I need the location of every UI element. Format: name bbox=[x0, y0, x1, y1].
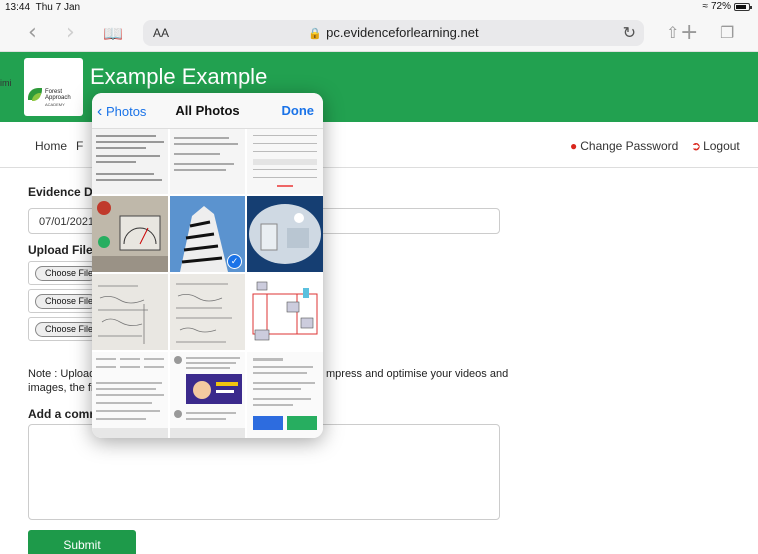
bookmarks-icon[interactable]: 📖 bbox=[103, 24, 123, 43]
photo-thumb-document-1[interactable] bbox=[92, 129, 168, 194]
url-text: 🔒 pc.evidenceforlearning.net bbox=[308, 25, 479, 40]
done-button[interactable]: Done bbox=[282, 103, 315, 118]
comment-textarea[interactable] bbox=[28, 424, 500, 520]
file-input-3: Choose File bbox=[28, 317, 98, 341]
battery-icon bbox=[734, 2, 752, 11]
reload-icon[interactable]: ↻ bbox=[623, 23, 636, 43]
photo-thumb-control-panel[interactable] bbox=[92, 196, 168, 272]
file-input-2: Choose File bbox=[28, 289, 98, 313]
nav-home[interactable]: Home bbox=[35, 139, 67, 153]
choose-file-button-3[interactable]: Choose File bbox=[35, 322, 97, 337]
photo-thumb-handwritten-notes-1[interactable] bbox=[92, 274, 168, 350]
wifi-icon: ≈ bbox=[702, 1, 708, 12]
user-icon: ● bbox=[570, 139, 578, 153]
photo-thumb-zebra[interactable]: ✓ bbox=[170, 196, 245, 272]
note-text-line2: images, the fil bbox=[28, 382, 96, 394]
new-tab-icon[interactable]: + bbox=[680, 20, 698, 45]
photos-picker: ‹ Photos All Photos Done ✓ bbox=[92, 93, 323, 438]
choose-file-button-2[interactable]: Choose File bbox=[35, 294, 97, 309]
status-time: 13:44 Thu 7 Jan bbox=[5, 2, 81, 13]
browser-toolbar: ‹ › 📖 AA 🔒 pc.evidenceforlearning.net ↻ ⇧… bbox=[0, 14, 758, 52]
share-icon[interactable]: ⇧ bbox=[666, 23, 679, 42]
ios-status-bar: 13:44 Thu 7 Jan ≈ 72% bbox=[0, 0, 758, 14]
logout-icon: ➲ bbox=[691, 139, 702, 153]
academy-logo[interactable]: Forest Approach ACADEMY bbox=[24, 58, 83, 116]
nav-logout[interactable]: ➲ Logout bbox=[691, 139, 740, 153]
photo-thumb-web-page[interactable] bbox=[247, 352, 323, 438]
note-text-end: mpress and optimise your videos and bbox=[326, 368, 509, 380]
tabs-icon[interactable]: ❐ bbox=[720, 23, 734, 42]
selected-checkmark-icon: ✓ bbox=[227, 254, 242, 269]
lock-icon: 🔒 bbox=[308, 28, 323, 40]
photo-thumb-circuit-diagram[interactable] bbox=[247, 274, 323, 350]
site-title: Example Example bbox=[90, 64, 268, 89]
nav-item-clipped[interactable]: F bbox=[76, 139, 83, 153]
submit-button[interactable]: Submit bbox=[28, 530, 136, 554]
choose-file-button-1[interactable]: Choose File bbox=[35, 266, 97, 281]
battery-percent: 72% bbox=[710, 1, 731, 12]
picker-header: ‹ Photos All Photos Done bbox=[92, 93, 323, 129]
status-right: ≈ 72% bbox=[702, 1, 752, 12]
nav-change-password[interactable]: ● Change Password bbox=[570, 139, 678, 153]
photo-thumb-table-document[interactable] bbox=[92, 352, 168, 438]
clipped-text: imi bbox=[0, 78, 12, 88]
photo-thumb-document-2[interactable] bbox=[170, 129, 245, 194]
file-input-1: Choose File bbox=[28, 261, 98, 285]
note-text-start: Note : Uploade bbox=[28, 368, 102, 380]
photo-thumb-handwritten-notes-2[interactable] bbox=[170, 274, 245, 350]
photo-thumb-social-post[interactable] bbox=[170, 352, 245, 438]
address-bar[interactable]: AA 🔒 pc.evidenceforlearning.net ↻ bbox=[143, 20, 644, 46]
photo-thumb-lab-room[interactable] bbox=[247, 196, 323, 272]
photo-thumb-settings-screenshot[interactable] bbox=[247, 129, 323, 194]
forward-icon[interactable]: › bbox=[66, 20, 75, 45]
back-icon[interactable]: ‹ bbox=[28, 20, 37, 45]
